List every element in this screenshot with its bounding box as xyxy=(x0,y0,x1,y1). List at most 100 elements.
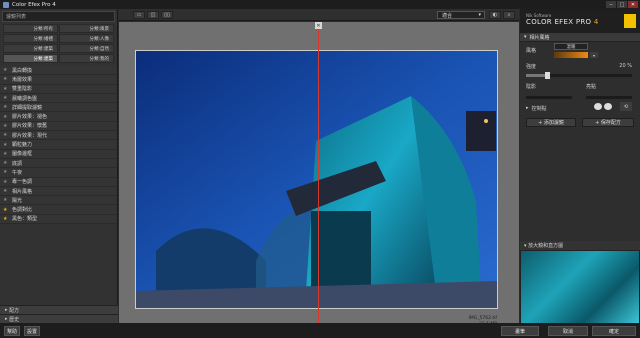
background-toggle-button[interactable]: ◐ xyxy=(489,11,501,19)
filter-search-input[interactable]: 濾鏡列表 xyxy=(2,11,115,22)
file-name: IMG_5762.tif xyxy=(468,316,497,321)
favorite-star-icon[interactable]: ★ xyxy=(3,188,8,194)
favorite-star-icon[interactable]: ★ xyxy=(3,207,8,213)
help-button[interactable]: 幫助 xyxy=(4,326,20,336)
category-button[interactable]: 分類:人像 xyxy=(59,34,114,43)
settings-button[interactable]: 設置 xyxy=(24,326,40,336)
category-button[interactable]: 分類:婚禮 xyxy=(3,34,58,43)
highlights-label: 亮點 xyxy=(586,83,597,90)
filter-item[interactable]: ★ 詳細提取濾鏡 xyxy=(0,103,117,113)
save-recipe-button[interactable]: + 保存配方 xyxy=(582,118,634,127)
split-view-button[interactable]: ◫ xyxy=(147,11,159,19)
favorite-star-icon[interactable]: ★ xyxy=(3,179,8,185)
category-button[interactable]: 分類:我的 xyxy=(59,54,114,63)
cancel-button[interactable]: 取消 xyxy=(548,326,588,336)
favorite-star-icon[interactable]: ★ xyxy=(3,67,8,73)
nik-logo-icon xyxy=(624,14,636,28)
history-tab[interactable]: ▸ 歷史 xyxy=(0,314,118,323)
expand-checkbox-icon[interactable]: ▾ xyxy=(524,34,527,40)
filter-item-label: 陽光 xyxy=(12,197,23,204)
bottom-bar: 幫助 設置 畫筆 取消 確定 xyxy=(0,323,640,338)
add-control-point-icon[interactable] xyxy=(594,103,602,110)
category-button[interactable]: 分類:風景 xyxy=(59,24,114,33)
favorite-star-icon[interactable]: ★ xyxy=(3,151,8,157)
favorite-star-icon[interactable]: ★ xyxy=(3,86,8,92)
category-button[interactable]: 分類:建築 xyxy=(3,44,58,53)
close-button[interactable]: ✕ xyxy=(628,1,638,8)
split-divider[interactable] xyxy=(318,22,319,323)
filter-item[interactable]: ★ 專一色調 xyxy=(0,177,117,187)
filter-item[interactable]: ★ 黑白轉換 xyxy=(0,66,117,76)
filter-item[interactable]: ★ 圖像邊框 xyxy=(0,149,117,159)
loupe-toggle-button[interactable]: ⌕ xyxy=(503,11,515,19)
favorite-star-icon[interactable]: ★ xyxy=(3,76,8,82)
category-button-active[interactable]: 分類:建築 xyxy=(3,54,58,63)
preview-canvas[interactable]: IMG_5762.tif 21.6 MP xyxy=(119,22,519,327)
filter-item[interactable]: ★ 午夜 xyxy=(0,168,117,178)
filter-item[interactable]: ★ 色調對比 xyxy=(0,205,117,215)
filter-item[interactable]: ★ 膠片效果：褪色 xyxy=(0,112,117,122)
ok-button[interactable]: 確定 xyxy=(592,326,636,336)
shadows-slider[interactable] xyxy=(526,95,572,99)
zoom-select[interactable]: 適合 ▾ xyxy=(437,11,485,19)
preview-toolbar: ▭ ◫ ▯▯ 適合 ▾ ◐ ⌕ xyxy=(119,9,519,21)
favorite-star-icon[interactable]: ★ xyxy=(3,132,8,138)
favorite-star-icon[interactable]: ★ xyxy=(3,169,8,175)
photo-preview xyxy=(135,50,498,309)
favorite-star-icon[interactable]: ★ xyxy=(3,95,8,101)
strength-slider[interactable] xyxy=(526,71,632,79)
brand-header: Nik Software COLOR EFEX PRO 4 xyxy=(520,9,640,33)
control-points-row: ▸ 控制點 ⟲ xyxy=(520,100,640,116)
category-button[interactable]: 分類:所有 xyxy=(3,24,58,33)
category-button[interactable]: 分類:自然 xyxy=(59,44,114,53)
filter-item[interactable]: ★ 相片風格 xyxy=(0,186,117,197)
filter-item[interactable]: ★ 顆粒魅力 xyxy=(0,140,117,150)
presets-tab[interactable]: ▸ 配方 xyxy=(0,305,118,314)
filter-item[interactable]: ★ 晨曦調色盤 xyxy=(0,93,117,104)
favorite-star-icon[interactable]: ★ xyxy=(3,142,8,148)
filter-item-label: 相片風格 xyxy=(12,188,33,195)
filter-item[interactable]: ★ 膠片效果：現代 xyxy=(0,131,117,141)
single-view-button[interactable]: ▭ xyxy=(133,11,145,19)
filter-item[interactable]: ★ 膠片效果：懷舊 xyxy=(0,121,117,132)
loupe-header[interactable]: ▾ 放大鏡和直方圖 xyxy=(520,241,640,250)
favorite-star-icon[interactable]: ★ xyxy=(3,216,8,222)
favorite-star-icon[interactable]: ★ xyxy=(3,123,8,129)
favorite-star-icon[interactable]: ★ xyxy=(3,160,8,166)
strength-slider-fill xyxy=(526,73,548,77)
panel-actions: + 添加濾鏡 + 保存配方 xyxy=(520,116,640,130)
minimize-button[interactable]: ─ xyxy=(606,1,616,8)
favorite-star-icon[interactable]: ★ xyxy=(3,197,8,203)
filter-item-label: 晨曦調色盤 xyxy=(12,95,38,102)
highlights-slider[interactable] xyxy=(586,95,632,99)
favorite-star-icon[interactable]: ★ xyxy=(3,114,8,120)
filter-item-label: 午夜 xyxy=(12,169,23,176)
split-handle-icon[interactable]: ✕ xyxy=(315,22,322,29)
brush-button[interactable]: 畫筆 xyxy=(501,326,539,336)
filter-item[interactable]: ★ 黑色：類型 xyxy=(0,214,117,225)
filter-item-label: 膠片效果：懷舊 xyxy=(12,123,48,130)
maximize-button[interactable]: □ xyxy=(617,1,627,8)
filter-item-label: 詳細提取濾鏡 xyxy=(12,104,43,111)
expand-icon[interactable]: ▸ xyxy=(526,105,529,111)
filter-item[interactable]: ★ 陽光 xyxy=(0,196,117,206)
filter-list: ★ 黑白轉換 ★ 漸層效果 ★ 雙重陰影 ★ 晨曦調色盤 ★ 詳細提取濾鏡 ★ 膠片效果：褪色 ★ 膠片效… xyxy=(0,66,117,225)
filter-item-label: 顆粒魅力 xyxy=(12,142,33,149)
favorite-star-icon[interactable]: ★ xyxy=(3,104,8,110)
loupe-image xyxy=(521,251,639,323)
brand-product: COLOR EFEX PRO 4 xyxy=(526,18,599,26)
style-picker-button[interactable]: ▾ xyxy=(590,52,598,58)
style-select[interactable]: 溫暖 xyxy=(554,43,588,50)
filter-item-label: 漸層效果 xyxy=(12,76,33,83)
side-by-side-view-button[interactable]: ▯▯ xyxy=(161,11,173,19)
add-filter-button[interactable]: + 添加濾鏡 xyxy=(526,118,576,127)
add-control-point-minus-icon[interactable] xyxy=(604,103,612,110)
filter-item[interactable]: ★ 底調 xyxy=(0,158,117,169)
filter-item[interactable]: ★ 漸層效果 xyxy=(0,75,117,85)
category-grid: 分類:所有 分類:風景 分類:婚禮 分類:人像 分類:建築 分類:自然 分類:建… xyxy=(3,24,114,63)
settings-panel: Nik Software COLOR EFEX PRO 4 ▾ 相片風格 風格 … xyxy=(520,9,640,323)
filter-section-header[interactable]: ▾ 相片風格 xyxy=(520,33,640,42)
filter-item[interactable]: ★ 雙重陰影 xyxy=(0,84,117,94)
reset-control-points-button[interactable]: ⟲ xyxy=(620,102,632,111)
filter-item-label: 膠片效果：褪色 xyxy=(12,114,48,121)
